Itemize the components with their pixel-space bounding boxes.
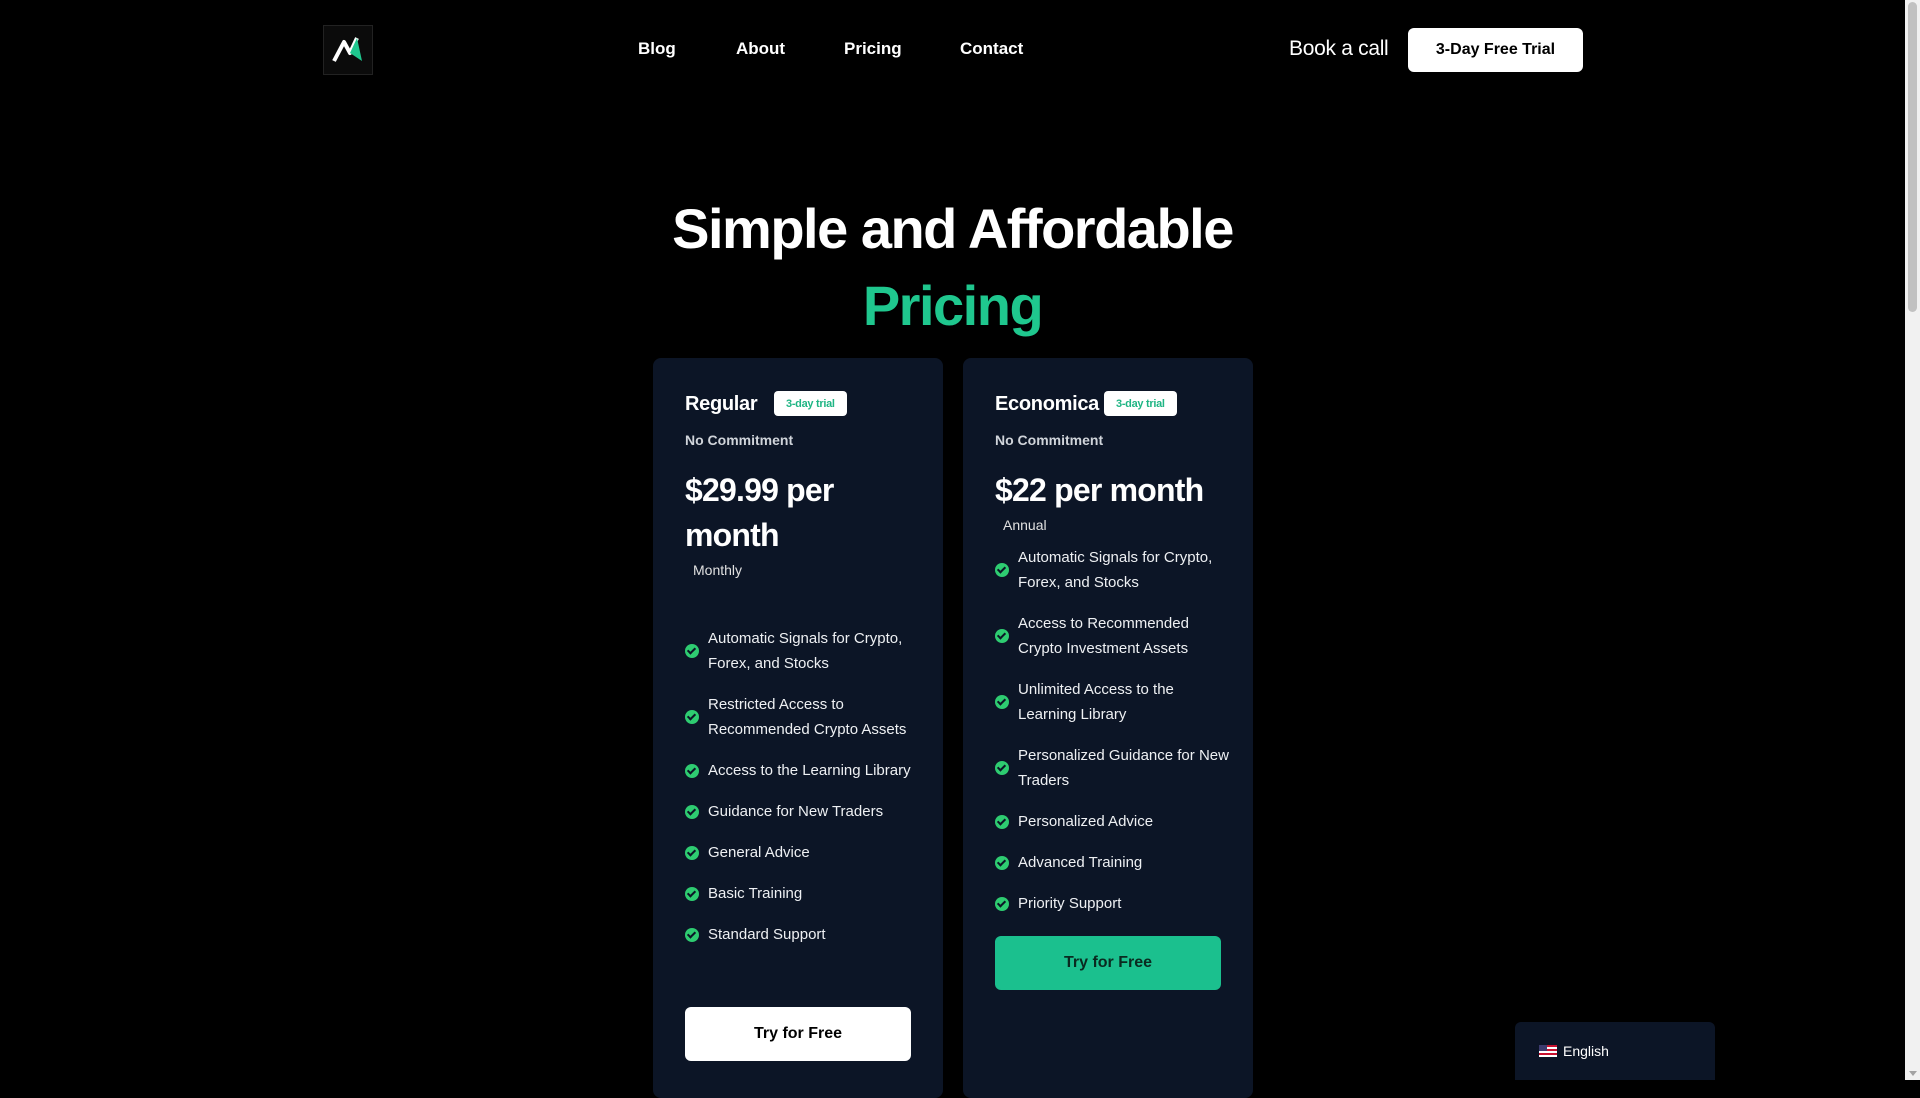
check-circle-icon <box>995 761 1009 775</box>
hero-title-line1: Simple and Affordable <box>672 197 1234 260</box>
feature-text: Access to Recommended Crypto Investment … <box>1018 615 1189 657</box>
feature-item: Restricted Access to Recommended Crypto … <box>685 692 921 742</box>
feature-list: Automatic Signals for Crypto, Forex, and… <box>685 626 921 963</box>
nav-link-blog[interactable]: Blog <box>638 39 676 59</box>
logo-mark-icon <box>332 37 362 62</box>
feature-item: Automatic Signals for Crypto, Forex, and… <box>685 626 921 676</box>
hero-title-line2: Pricing <box>862 274 1044 337</box>
feature-text: Guidance for New Traders <box>708 803 884 820</box>
plan-name: Economica <box>995 393 1099 415</box>
plan-name: Regular <box>685 393 758 415</box>
feature-list: Automatic Signals for Crypto, Forex, and… <box>995 545 1231 932</box>
scrollbar-thumb[interactable] <box>1908 2 1917 312</box>
language-label: English <box>1563 1043 1609 1059</box>
check-circle-icon <box>685 845 699 860</box>
feature-item: Advanced Training <box>995 850 1231 875</box>
feature-item: Automatic Signals for Crypto, Forex, and… <box>995 545 1231 595</box>
nav-link-about[interactable]: About <box>736 39 785 59</box>
feature-item: Access to Recommended Crypto Investment … <box>995 611 1231 661</box>
feature-item: Standard Support <box>685 922 921 947</box>
check-circle-icon <box>995 629 1009 643</box>
site-header: Blog About Pricing Contact Book a call 3… <box>0 0 1905 100</box>
feature-item: Basic Training <box>685 881 921 906</box>
brand-logo[interactable] <box>323 25 373 75</box>
feature-item: Unlimited Access to the Learning Library <box>995 677 1231 727</box>
check-circle-icon <box>685 804 699 819</box>
feature-text: Personalized Guidance for New Traders <box>1018 747 1229 789</box>
feature-text: Unlimited Access to the Learning Library <box>1018 681 1174 723</box>
feature-text: Restricted Access to Recommended Crypto … <box>708 696 907 738</box>
plan-period: Monthly <box>693 562 743 578</box>
try-free-button[interactable]: Try for Free <box>995 936 1221 990</box>
plan-commitment: No Commitment <box>995 432 1104 448</box>
trial-badge: 3-day trial <box>774 391 847 416</box>
check-circle-icon <box>995 695 1009 709</box>
feature-item: General Advice <box>685 840 921 865</box>
feature-item: Priority Support <box>995 891 1231 916</box>
feature-text: Priority Support <box>1018 895 1122 912</box>
plan-commitment: No Commitment <box>685 432 794 448</box>
trial-badge: 3-day trial <box>1104 391 1177 416</box>
language-switcher[interactable]: English <box>1515 1022 1715 1080</box>
check-circle-icon <box>995 855 1009 870</box>
check-circle-icon <box>685 763 699 778</box>
us-flag-icon <box>1539 1045 1557 1057</box>
plan-card-economica: Economica 3-day trial No Commitment $22 … <box>963 358 1253 1098</box>
feature-item: Personalized Advice <box>995 809 1231 834</box>
feature-item: Guidance for New Traders <box>685 799 921 824</box>
book-call-link[interactable]: Book a call <box>1289 37 1389 61</box>
page-scrollbar[interactable] <box>1905 0 1920 1080</box>
plan-card-regular: Regular 3-day trial No Commitment $29.99… <box>653 358 943 1098</box>
check-circle-icon <box>685 886 699 901</box>
plan-price: $22 per month <box>995 472 1204 508</box>
plan-price: $29.99 per month <box>685 472 834 553</box>
check-circle-icon <box>685 710 699 724</box>
check-circle-icon <box>685 927 699 942</box>
feature-item: Personalized Guidance for New Traders <box>995 743 1231 793</box>
feature-text: Personalized Advice <box>1018 813 1154 830</box>
feature-text: Standard Support <box>708 926 826 943</box>
check-circle-icon <box>995 896 1009 911</box>
check-circle-icon <box>995 563 1009 577</box>
feature-item: Access to the Learning Library <box>685 758 921 783</box>
feature-text: General Advice <box>708 844 810 861</box>
feature-text: Basic Training <box>708 885 803 902</box>
plan-period: Annual <box>1003 517 1047 533</box>
nav-link-contact[interactable]: Contact <box>960 39 1023 59</box>
feature-text: Access to the Learning Library <box>708 762 911 779</box>
try-free-button[interactable]: Try for Free <box>685 1007 911 1061</box>
scroll-down-arrow-icon[interactable] <box>1909 1071 1917 1076</box>
nav-link-pricing[interactable]: Pricing <box>844 39 902 59</box>
feature-text: Advanced Training <box>1018 854 1143 871</box>
feature-text: Automatic Signals for Crypto, Forex, and… <box>1018 549 1213 591</box>
free-trial-button[interactable]: 3-Day Free Trial <box>1408 28 1583 72</box>
check-circle-icon <box>685 644 699 658</box>
check-circle-icon <box>995 814 1009 829</box>
feature-text: Automatic Signals for Crypto, Forex, and… <box>708 630 903 672</box>
